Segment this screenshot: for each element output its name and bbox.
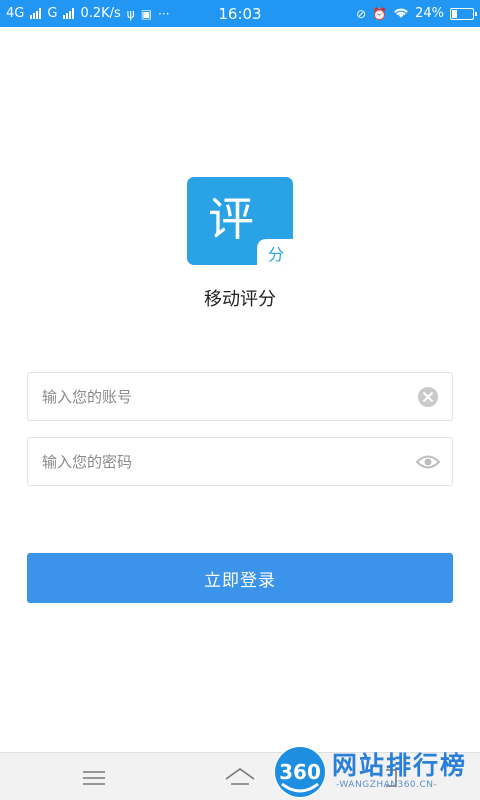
notification-icon: ▣ — [140, 6, 153, 21]
signal-icon — [30, 8, 42, 19]
logo-main-char: 评 — [208, 192, 254, 246]
watermark-number: 360 — [279, 760, 321, 784]
signal-icon-2 — [63, 8, 75, 19]
app-name: 移动评分 — [204, 289, 276, 310]
password-input[interactable] — [42, 452, 416, 471]
app-logo: 评 分 — [187, 177, 293, 265]
watermark-title: 网站排行榜 — [332, 751, 468, 780]
more-icon: ··· — [158, 6, 170, 21]
battery-icon — [450, 7, 477, 20]
status-right: ⊘ ⏰ 24% — [356, 6, 477, 21]
network-type-2: G — [47, 6, 58, 21]
battery-percent: 24% — [415, 6, 444, 21]
clear-icon[interactable] — [416, 385, 440, 409]
watermark: 360 网站排行榜 -WANGZHAN360.CN- — [272, 744, 480, 800]
account-input[interactable] — [42, 387, 416, 406]
home-icon[interactable] — [225, 765, 255, 791]
usb-icon: ψ — [126, 6, 135, 21]
logo-sub-char: 分 — [268, 245, 284, 264]
network-speed: 0.2K/s — [80, 6, 121, 21]
eye-icon[interactable] — [416, 450, 440, 474]
watermark-logo-icon: 360 — [274, 746, 326, 798]
status-bar: 4G G 0.2K/s ψ ▣ ··· 16:03 ⊘ ⏰ 24% — [0, 0, 480, 27]
login-button[interactable]: 立即登录 — [27, 553, 453, 603]
alarm-icon: ⏰ — [372, 6, 388, 21]
wifi-icon — [393, 7, 409, 21]
account-field[interactable] — [27, 372, 453, 421]
password-field[interactable] — [27, 437, 453, 486]
menu-icon[interactable] — [79, 765, 109, 791]
network-type-1: 4G — [6, 6, 25, 21]
mute-icon: ⊘ — [356, 6, 367, 21]
status-left: 4G G 0.2K/s ψ ▣ ··· — [6, 6, 170, 21]
watermark-subtitle: -WANGZHAN360.CN- — [336, 780, 438, 790]
